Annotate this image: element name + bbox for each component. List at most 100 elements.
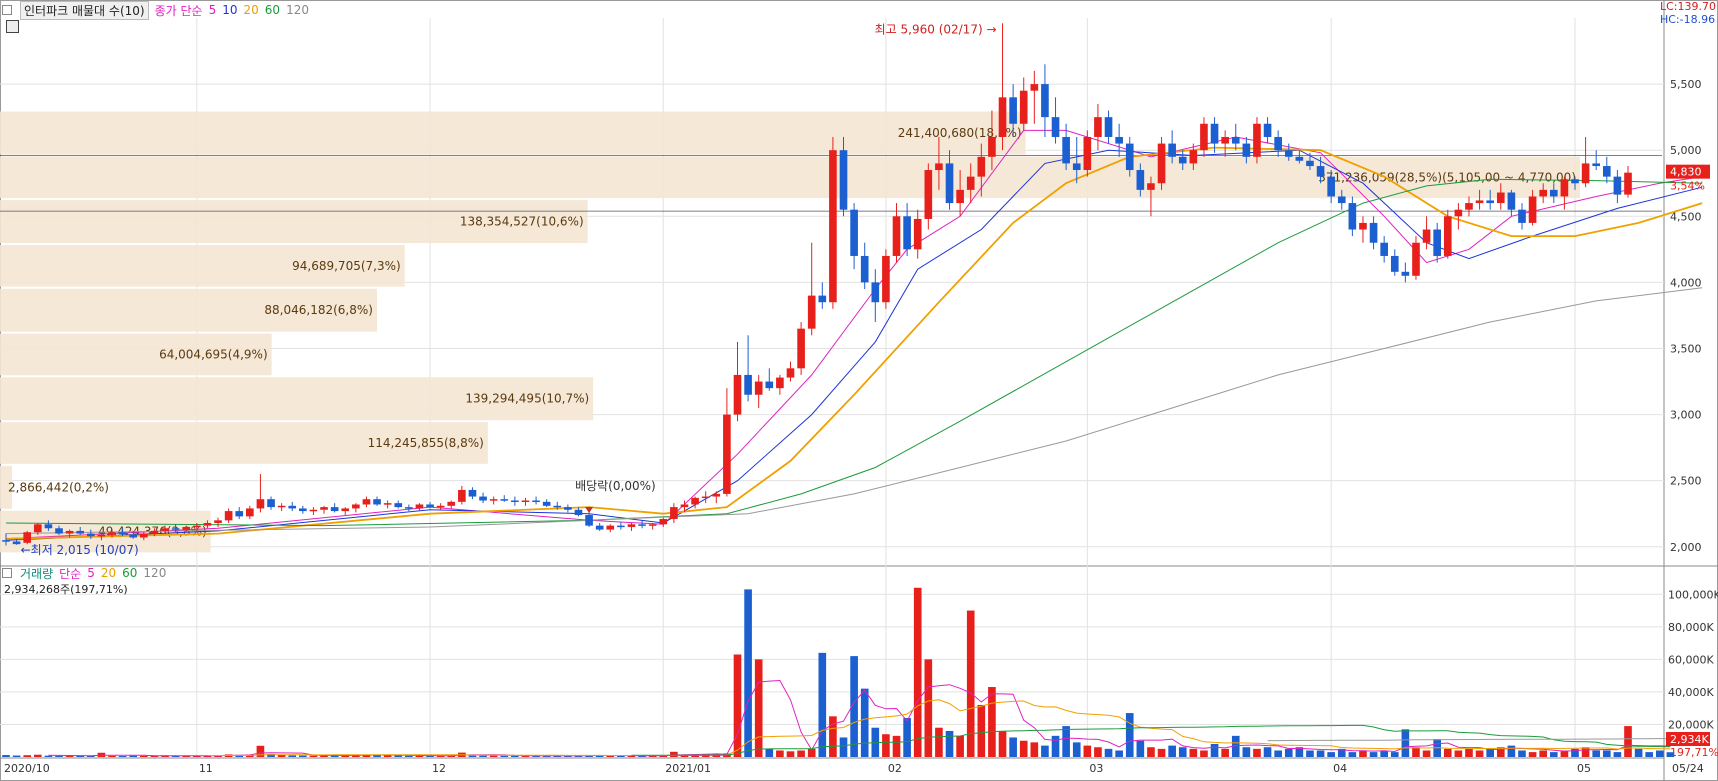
candle-body <box>1157 143 1166 184</box>
volume-tick-label: 100,000K <box>1668 588 1718 601</box>
candle <box>277 503 286 512</box>
volume-bar <box>924 659 933 757</box>
candle <box>1359 216 1367 243</box>
chart-title[interactable]: 인터파크 매물대 수(10) <box>20 0 149 20</box>
candle <box>320 505 328 514</box>
volume-profile-label: 94,689,705(7,3%) <box>292 259 401 273</box>
hc-value: HC:-18.96 <box>1659 13 1716 26</box>
candle-body <box>288 505 297 509</box>
candle-body <box>564 507 572 510</box>
candle-body <box>468 489 477 497</box>
candle <box>330 503 339 513</box>
volume-bar <box>1316 750 1325 757</box>
candle-body <box>1592 163 1601 167</box>
low-annotation: ←최저 2,015 (10/07) <box>21 543 139 557</box>
candle-body <box>648 524 657 526</box>
price-tick-label: 2,500 <box>1670 475 1702 488</box>
candle-body <box>500 499 509 501</box>
candle <box>1422 216 1431 250</box>
candle <box>341 507 350 516</box>
candle-body <box>1136 170 1145 190</box>
date-tick-label: 2021/01 <box>665 762 711 775</box>
candle-body <box>511 500 519 503</box>
volume-bar <box>977 704 986 757</box>
volume-bar <box>1253 748 1261 757</box>
volume-title[interactable]: 거래량 <box>20 565 53 582</box>
candle-body <box>701 496 710 499</box>
candle-body <box>935 163 943 171</box>
high-annotation: 최고 5,960 (02/17) → <box>875 22 997 36</box>
candle <box>288 501 297 512</box>
candle-body <box>203 522 212 526</box>
price-tick-label: 5,500 <box>1670 78 1702 91</box>
candle-body <box>1030 84 1039 91</box>
candle <box>924 163 933 230</box>
candle <box>352 503 360 513</box>
last-volume-label: 2,934K <box>1670 733 1709 746</box>
date-tick-label: 12 <box>432 762 446 775</box>
candle-body <box>638 524 646 526</box>
candle <box>1412 236 1420 280</box>
candle-body <box>489 499 498 501</box>
volume-bar <box>829 716 837 757</box>
volume-bar <box>1242 747 1251 757</box>
volume-bar <box>1507 745 1516 757</box>
table-icon[interactable] <box>6 20 19 33</box>
volume-ma20-label: 20 <box>100 566 117 580</box>
volume-bar <box>1147 747 1155 757</box>
candle <box>712 491 721 504</box>
candle-body <box>171 528 180 530</box>
volume-bar <box>797 750 805 757</box>
candle-body <box>1401 271 1410 276</box>
candle-body <box>521 500 530 503</box>
volume-bar <box>1581 747 1590 757</box>
panel-toggle-icon[interactable] <box>2 5 12 15</box>
candle <box>797 322 805 375</box>
volume-bar <box>754 659 763 757</box>
candle <box>1507 189 1516 217</box>
candle-body <box>1178 156 1187 164</box>
candle <box>362 496 371 508</box>
candle <box>744 335 752 402</box>
candle <box>373 496 381 506</box>
candle-body <box>818 295 827 303</box>
candle <box>1051 97 1060 144</box>
volume-bar <box>1518 750 1526 757</box>
candle <box>786 361 795 382</box>
candle <box>394 500 403 509</box>
volume-bar <box>1072 742 1081 757</box>
candle <box>500 495 509 502</box>
candle-body <box>76 530 85 534</box>
price-tick-label: 5,000 <box>1670 144 1702 157</box>
candle-body <box>606 525 615 530</box>
candle-body <box>627 524 636 527</box>
candle <box>447 500 456 509</box>
candle-body <box>1528 196 1537 223</box>
volume-profile-label: 2,866,442(0,2%) <box>8 480 109 494</box>
candle <box>670 503 678 523</box>
candle-body <box>680 504 689 508</box>
candle <box>1518 203 1526 230</box>
candle-body <box>542 501 551 506</box>
volume-tick-label: 40,000K <box>1668 686 1714 699</box>
candle <box>1465 196 1473 217</box>
candle-body <box>1094 117 1102 137</box>
candle-body <box>712 493 721 497</box>
volume-bar <box>1454 750 1463 757</box>
candle-body <box>65 530 74 534</box>
candle-body <box>913 218 922 250</box>
volume-bar <box>1030 742 1039 757</box>
volume-bar <box>1486 748 1494 757</box>
candle-body <box>330 507 339 512</box>
candle-body <box>415 504 424 509</box>
dividend-annotation: 배당락(0,00%) <box>575 479 656 493</box>
candle-body <box>1348 203 1357 230</box>
candle-body <box>1539 189 1548 197</box>
volume-bar <box>129 755 138 757</box>
candle <box>850 203 858 270</box>
candle-body <box>807 295 816 329</box>
candle-body <box>1496 192 1505 204</box>
dividend-marker <box>585 507 594 514</box>
volume-bar <box>1157 748 1166 757</box>
volume-panel-toggle-icon[interactable] <box>2 568 12 578</box>
